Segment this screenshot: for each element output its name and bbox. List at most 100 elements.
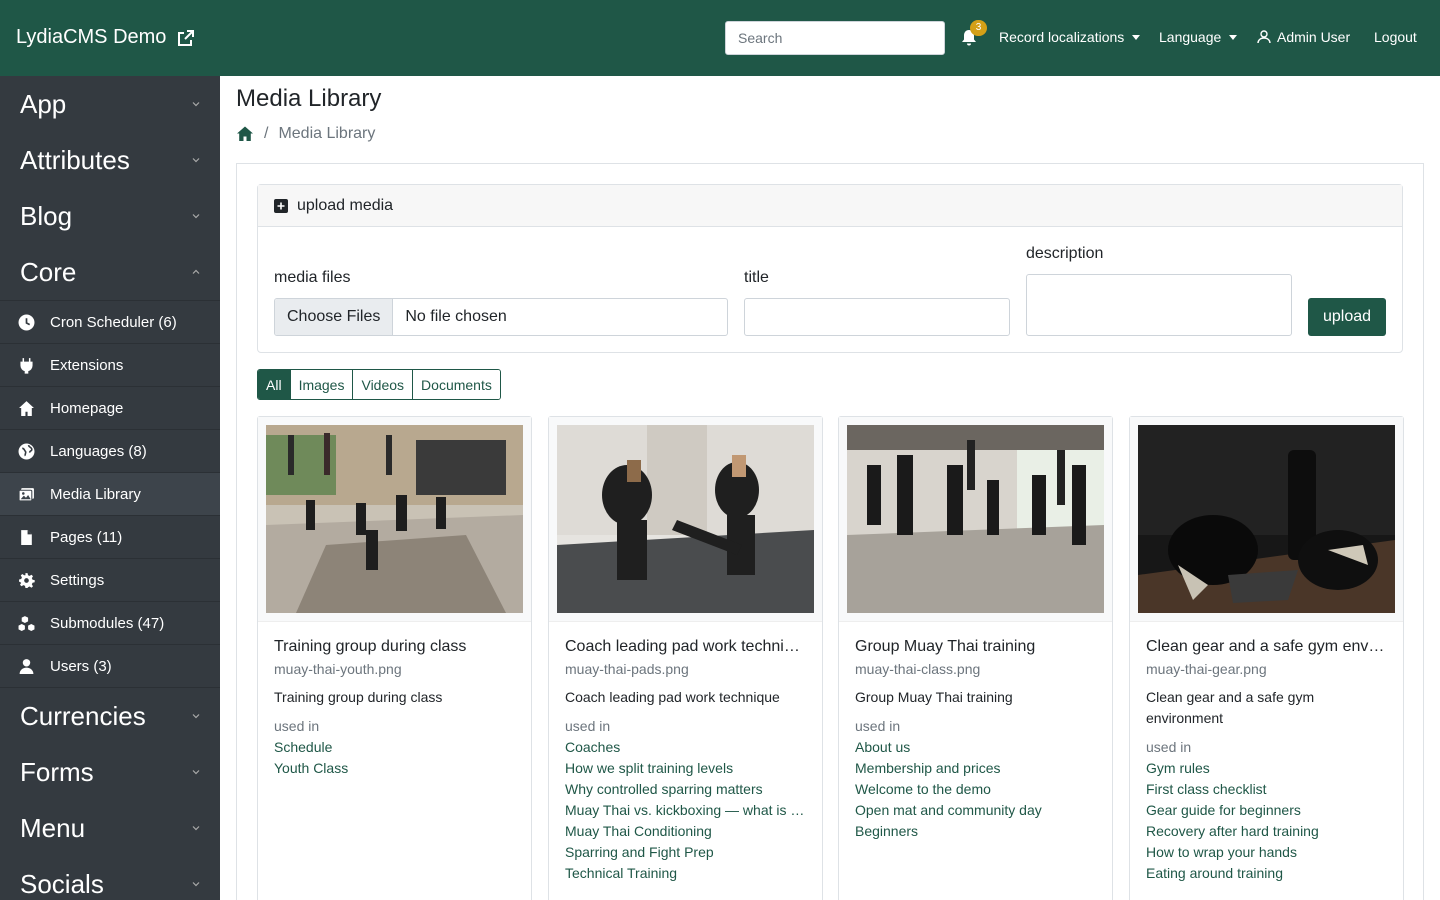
media-description: Coach leading pad work technique bbox=[565, 689, 780, 705]
chevron-down-icon bbox=[192, 714, 200, 719]
used-in-link[interactable]: About us bbox=[855, 737, 1096, 758]
user-name: Admin User bbox=[1277, 29, 1351, 45]
sidebar-section-blog[interactable]: Blog bbox=[0, 188, 220, 244]
gear-icon bbox=[19, 572, 35, 588]
used-in-link[interactable]: Membership and prices bbox=[855, 758, 1096, 779]
core-submenu: Cron Scheduler (6) Extensions Homepage L… bbox=[0, 300, 220, 688]
used-in-link[interactable]: Open mat and community day bbox=[855, 800, 1096, 821]
upload-media-header[interactable]: upload media bbox=[258, 185, 1402, 227]
media-card[interactable]: Training group during class muay-thai-yo… bbox=[257, 416, 532, 900]
media-card[interactable]: Coach leading pad work technique muay-th… bbox=[548, 416, 823, 900]
media-card[interactable]: Group Muay Thai training muay-thai-class… bbox=[838, 416, 1113, 900]
used-in-link[interactable]: Why controlled sparring matters bbox=[565, 779, 806, 800]
media-filename: muay-thai-pads.png bbox=[565, 661, 689, 677]
sidebar-section-socials[interactable]: Socials bbox=[0, 856, 220, 900]
breadcrumb: / Media Library bbox=[236, 125, 375, 143]
media-thumbnail[interactable] bbox=[847, 425, 1104, 613]
sidebar-section-label: Forms bbox=[20, 756, 94, 787]
sidebar-section-label: Core bbox=[20, 256, 77, 287]
used-in-link[interactable]: Beginners bbox=[855, 821, 1096, 842]
used-in-link[interactable]: Recovery after hard training bbox=[1146, 821, 1387, 842]
file-icon bbox=[21, 529, 32, 545]
external-link-icon[interactable] bbox=[178, 29, 195, 46]
media-thumbnail[interactable] bbox=[1138, 425, 1395, 613]
sidebar-section-attributes[interactable]: Attributes bbox=[0, 132, 220, 188]
brand-link[interactable]: LydiaCMS Demo bbox=[16, 26, 195, 49]
search-input[interactable] bbox=[725, 21, 945, 55]
media-files-input[interactable]: Choose Files No file chosen bbox=[274, 298, 728, 336]
language-dropdown[interactable]: Language bbox=[1159, 29, 1238, 45]
chevron-down-icon bbox=[192, 882, 200, 887]
top-navbar: LydiaCMS Demo 3 Record localizations Lan… bbox=[0, 0, 1440, 76]
title-label: title bbox=[744, 269, 769, 286]
used-in-link[interactable]: Welcome to the demo bbox=[855, 779, 1096, 800]
filter-videos[interactable]: Videos bbox=[353, 370, 414, 399]
used-in-link[interactable]: Eating around training bbox=[1146, 863, 1387, 884]
sidebar-section-forms[interactable]: Forms bbox=[0, 744, 220, 800]
used-in-link[interactable]: Youth Class bbox=[274, 758, 515, 779]
used-in-link[interactable]: Schedule bbox=[274, 737, 515, 758]
used-in-label: used in bbox=[565, 718, 611, 734]
images-icon bbox=[18, 487, 34, 501]
upload-button[interactable]: upload bbox=[1308, 298, 1386, 336]
user-menu[interactable]: Admin User bbox=[1257, 29, 1350, 45]
chevron-down-icon bbox=[192, 102, 200, 107]
used-in-link[interactable]: Muay Thai Conditioning bbox=[565, 821, 806, 842]
sidebar-item-media-library[interactable]: Media Library bbox=[0, 473, 220, 516]
file-status-text: No file chosen bbox=[405, 308, 507, 325]
sidebar-item-extensions[interactable]: Extensions bbox=[0, 344, 220, 387]
sidebar-section-label: Socials bbox=[20, 868, 104, 899]
sidebar-section-label: Currencies bbox=[20, 700, 146, 731]
title-input[interactable] bbox=[744, 298, 1010, 336]
media-title: Training group during class bbox=[274, 638, 467, 655]
record-localizations-dropdown[interactable]: Record localizations bbox=[999, 29, 1141, 45]
filter-documents[interactable]: Documents bbox=[413, 370, 500, 399]
filter-all[interactable]: All bbox=[258, 370, 291, 399]
filter-images[interactable]: Images bbox=[290, 370, 354, 399]
user-icon bbox=[1257, 30, 1271, 44]
used-in-link[interactable]: Sparring and Fight Prep bbox=[565, 842, 806, 863]
sidebar-item-homepage[interactable]: Homepage bbox=[0, 387, 220, 430]
globe-icon bbox=[18, 443, 35, 459]
chevron-up-icon bbox=[192, 269, 200, 274]
media-card[interactable]: Clean gear and a safe gym environment mu… bbox=[1129, 416, 1404, 900]
sidebar-section-label: Menu bbox=[20, 812, 86, 843]
used-in-link[interactable]: How we split training levels bbox=[565, 758, 806, 779]
breadcrumb-separator: / bbox=[264, 125, 269, 142]
used-in-link[interactable]: Muay Thai vs. kickboxing — what is the d… bbox=[565, 800, 806, 821]
sidebar-item-submodules[interactable]: Submodules (47) bbox=[0, 602, 220, 645]
used-in-link[interactable]: Gym rules bbox=[1146, 758, 1387, 779]
media-type-filter: All Images Videos Documents bbox=[257, 369, 501, 400]
media-filename: muay-thai-gear.png bbox=[1146, 661, 1267, 677]
clock-icon bbox=[18, 314, 35, 330]
sidebar-item-languages[interactable]: Languages (8) bbox=[0, 430, 220, 473]
sidebar-item-label: Users (3) bbox=[50, 657, 112, 675]
media-title: Group Muay Thai training bbox=[855, 638, 1036, 655]
breadcrumb-current: Media Library bbox=[278, 125, 376, 142]
used-in-link[interactable]: How to wrap your hands bbox=[1146, 842, 1387, 863]
caret-down-icon bbox=[1132, 34, 1141, 40]
used-in-link[interactable]: First class checklist bbox=[1146, 779, 1387, 800]
sidebar-section-app[interactable]: App bbox=[0, 76, 220, 132]
choose-files-button[interactable]: Choose Files bbox=[275, 299, 394, 335]
sidebar-section-core[interactable]: Core bbox=[0, 244, 220, 300]
description-textarea[interactable] bbox=[1026, 274, 1292, 336]
sidebar-section-label: Blog bbox=[20, 200, 73, 231]
used-in-link[interactable]: Gear guide for beginners bbox=[1146, 800, 1387, 821]
sidebar-section-menu[interactable]: Menu bbox=[0, 800, 220, 856]
media-thumbnail[interactable] bbox=[266, 425, 523, 613]
sidebar-item-label: Cron Scheduler (6) bbox=[50, 313, 177, 331]
logout-link[interactable]: Logout bbox=[1374, 29, 1417, 45]
media-title: Coach leading pad work technique bbox=[565, 638, 806, 655]
sidebar-section-currencies[interactable]: Currencies bbox=[0, 688, 220, 744]
sidebar-item-cron-scheduler[interactable]: Cron Scheduler (6) bbox=[0, 301, 220, 344]
used-in-link[interactable]: Coaches bbox=[565, 737, 806, 758]
home-icon[interactable] bbox=[236, 125, 254, 143]
sidebar-item-pages[interactable]: Pages (11) bbox=[0, 516, 220, 559]
used-in-link[interactable]: Technical Training bbox=[565, 863, 806, 884]
media-thumbnail[interactable] bbox=[557, 425, 814, 613]
plug-icon bbox=[20, 357, 33, 374]
sidebar-item-users[interactable]: Users (3) bbox=[0, 645, 220, 688]
sidebar-item-settings[interactable]: Settings bbox=[0, 559, 220, 602]
sidebar-item-label: Settings bbox=[50, 571, 105, 589]
